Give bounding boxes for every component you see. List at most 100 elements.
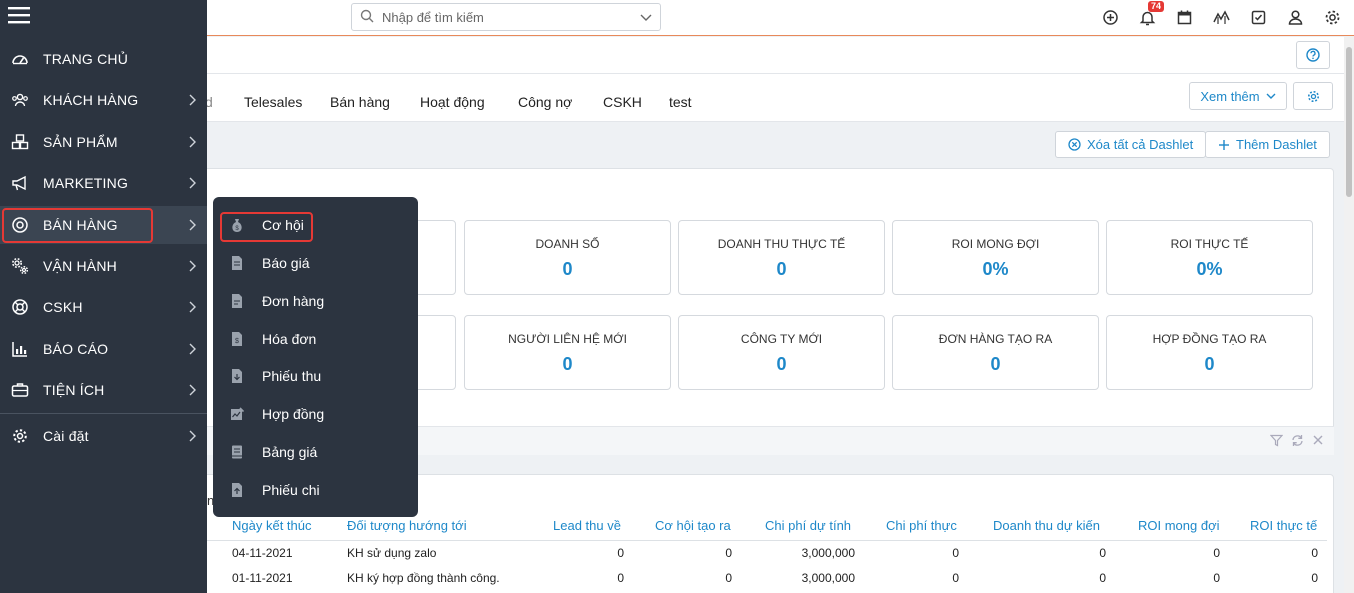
column-header[interactable]: Chi phí thực: [886, 518, 957, 533]
kpi-label: NGƯỜI LIÊN HỆ MỚI: [508, 332, 627, 346]
column-header[interactable]: Đối tượng hướng tới: [347, 518, 467, 533]
user-icon[interactable]: [1286, 8, 1305, 27]
scrollbar-thumb[interactable]: [1346, 47, 1352, 197]
cell-opportunities: 0: [725, 546, 732, 560]
submenu-item-hop-dong[interactable]: Hợp đồng: [213, 399, 418, 429]
receipt-out-icon: [232, 483, 242, 497]
svg-text:$: $: [235, 338, 239, 345]
kpi-label: CÔNG TY MỚI: [740, 332, 823, 346]
close-icon[interactable]: [1312, 434, 1324, 446]
order-document-icon: [232, 294, 242, 308]
clear-dashlets-label: Xóa tất cả Dashlet: [1087, 137, 1194, 152]
submenu-item-bao-gia[interactable]: Báo giá: [213, 248, 418, 278]
submenu-item-label: Bảng giá: [262, 444, 318, 460]
chevron-down-icon: [1266, 93, 1276, 99]
kpi-label: DOANH THU THỰC TẾ: [717, 237, 846, 251]
sidebar-item-san-pham[interactable]: SẢN PHẨM: [0, 123, 207, 161]
bell-icon[interactable]: 74: [1138, 1, 1165, 27]
kpi-label: DOANH SỐ: [535, 237, 600, 251]
kpi-card: CÔNG TY MỚI 0: [678, 315, 885, 390]
submenu-item-label: Hợp đồng: [262, 406, 325, 422]
kpi-card: NGƯỜI LIÊN HỆ MỚI 0: [464, 315, 671, 390]
submenu-item-hoa-don[interactable]: $ Hóa đơn: [213, 324, 418, 354]
sidebar-item-label: CSKH: [43, 299, 83, 315]
sidebar-item-van-hanh[interactable]: VẬN HÀNH: [0, 247, 207, 285]
plus-icon: [1219, 139, 1229, 150]
column-header[interactable]: ROI thực tế: [1250, 518, 1317, 533]
cell-end-date: 04-11-2021: [232, 546, 293, 560]
sidebar-item-tien-ich[interactable]: TIỆN ÍCH: [0, 371, 207, 409]
kpi-card: ĐƠN HÀNG TẠO RA 0: [892, 315, 1099, 390]
kpi-card: DOANH SỐ 0: [464, 220, 671, 295]
submenu-item-label: Báo giá: [262, 255, 310, 271]
tab-cong-no[interactable]: Công nợ: [518, 94, 572, 110]
activity-chart-icon[interactable]: [1212, 8, 1231, 27]
cell-target: KH ký hợp đồng thành công.: [347, 571, 500, 585]
tab-test[interactable]: test: [669, 94, 692, 110]
search-box[interactable]: Nhập để tìm kiếm: [351, 3, 661, 31]
tab-ban-hang[interactable]: Bán hàng: [330, 94, 390, 110]
sidebar-item-marketing[interactable]: MARKETING: [0, 164, 207, 202]
sidebar-item-cai-dat[interactable]: Cài đặt: [0, 417, 207, 455]
chevron-down-icon[interactable]: [640, 11, 652, 23]
add-dashlet-label: Thêm Dashlet: [1236, 137, 1317, 152]
briefcase-icon: [11, 383, 29, 397]
tab-telesales[interactable]: Telesales: [244, 94, 302, 110]
filter-icon[interactable]: [1270, 434, 1283, 447]
cell-planned-cost: 3,000,000: [801, 546, 855, 560]
page-scrollbar[interactable]: [1344, 37, 1354, 593]
cell-leads: 0: [617, 571, 624, 585]
search-input[interactable]: Nhập để tìm kiếm: [382, 10, 484, 25]
settings-icon[interactable]: [1323, 8, 1342, 27]
add-icon[interactable]: [1101, 8, 1120, 27]
task-check-icon[interactable]: [1249, 8, 1268, 27]
receipt-in-icon: [232, 369, 242, 383]
cell-roi-expected: 0: [1213, 571, 1220, 585]
add-dashlet-button[interactable]: Thêm Dashlet: [1205, 131, 1330, 158]
hamburger-menu-icon[interactable]: [8, 5, 30, 25]
chevron-right-icon: [189, 94, 196, 106]
gear-icon: [1307, 90, 1319, 102]
sidebar-item-label: SẢN PHẨM: [43, 134, 118, 150]
column-header[interactable]: ROI mong đợi: [1138, 518, 1220, 533]
sidebar-item-trang-chu[interactable]: TRANG CHỦ: [0, 40, 207, 78]
column-header[interactable]: Chi phí dự tính: [765, 518, 851, 533]
more-tabs-button[interactable]: Xem thêm: [1189, 82, 1287, 110]
column-header[interactable]: Lead thu về: [553, 518, 621, 533]
tab-hoat-dong[interactable]: Hoạt động: [420, 94, 485, 110]
kpi-card: DOANH THU THỰC TẾ 0: [678, 220, 885, 295]
chevron-right-icon: [189, 301, 196, 313]
kpi-label: ĐƠN HÀNG TẠO RA: [938, 332, 1053, 346]
sidebar-item-cskh[interactable]: CSKH: [0, 288, 207, 326]
calendar-icon[interactable]: [1175, 8, 1194, 27]
notification-badge: 74: [1148, 1, 1165, 12]
sidebar-item-label: BÁO CÁO: [43, 341, 109, 357]
kpi-card: ROI MONG ĐỢI 0%: [892, 220, 1099, 295]
submenu-item-bang-gia[interactable]: Bảng giá: [213, 437, 418, 467]
kpi-value: 0: [562, 259, 573, 279]
clear-dashlets-button[interactable]: Xóa tất cả Dashlet: [1055, 131, 1207, 158]
kpi-card: HỢP ĐỒNG TẠO RA 0: [1106, 315, 1313, 390]
sidebar-item-khach-hang[interactable]: KHÁCH HÀNG: [0, 81, 207, 119]
submenu-item-don-hang[interactable]: Đơn hàng: [213, 286, 418, 316]
cell-roi-actual: 0: [1311, 546, 1318, 560]
cell-leads: 0: [617, 546, 624, 560]
kpi-value: 0%: [982, 259, 1009, 279]
cell-planned-cost: 3,000,000: [801, 571, 855, 585]
sidebar-item-bao-cao[interactable]: BÁO CÁO: [0, 330, 207, 368]
submenu-item-phieu-chi[interactable]: Phiếu chi: [213, 475, 418, 505]
tab-settings-button[interactable]: [1293, 82, 1333, 110]
column-header[interactable]: Ngày kết thúc: [232, 518, 312, 533]
refresh-icon[interactable]: [1291, 434, 1304, 447]
cogs-icon: [12, 258, 29, 275]
kpi-value: 0: [776, 259, 787, 279]
help-button[interactable]: [1296, 41, 1330, 69]
column-header[interactable]: Doanh thu dự kiến: [993, 518, 1100, 533]
clear-circle-icon: [1068, 138, 1081, 151]
kpi-value: 0: [1204, 354, 1215, 374]
submenu-item-phieu-thu[interactable]: Phiếu thu: [213, 361, 418, 391]
tab-cskh[interactable]: CSKH: [603, 94, 642, 110]
kpi-label: ROI THỰC TẾ: [1170, 237, 1249, 251]
column-header[interactable]: Cơ hội tạo ra: [655, 518, 731, 533]
chevron-right-icon: [189, 343, 196, 355]
